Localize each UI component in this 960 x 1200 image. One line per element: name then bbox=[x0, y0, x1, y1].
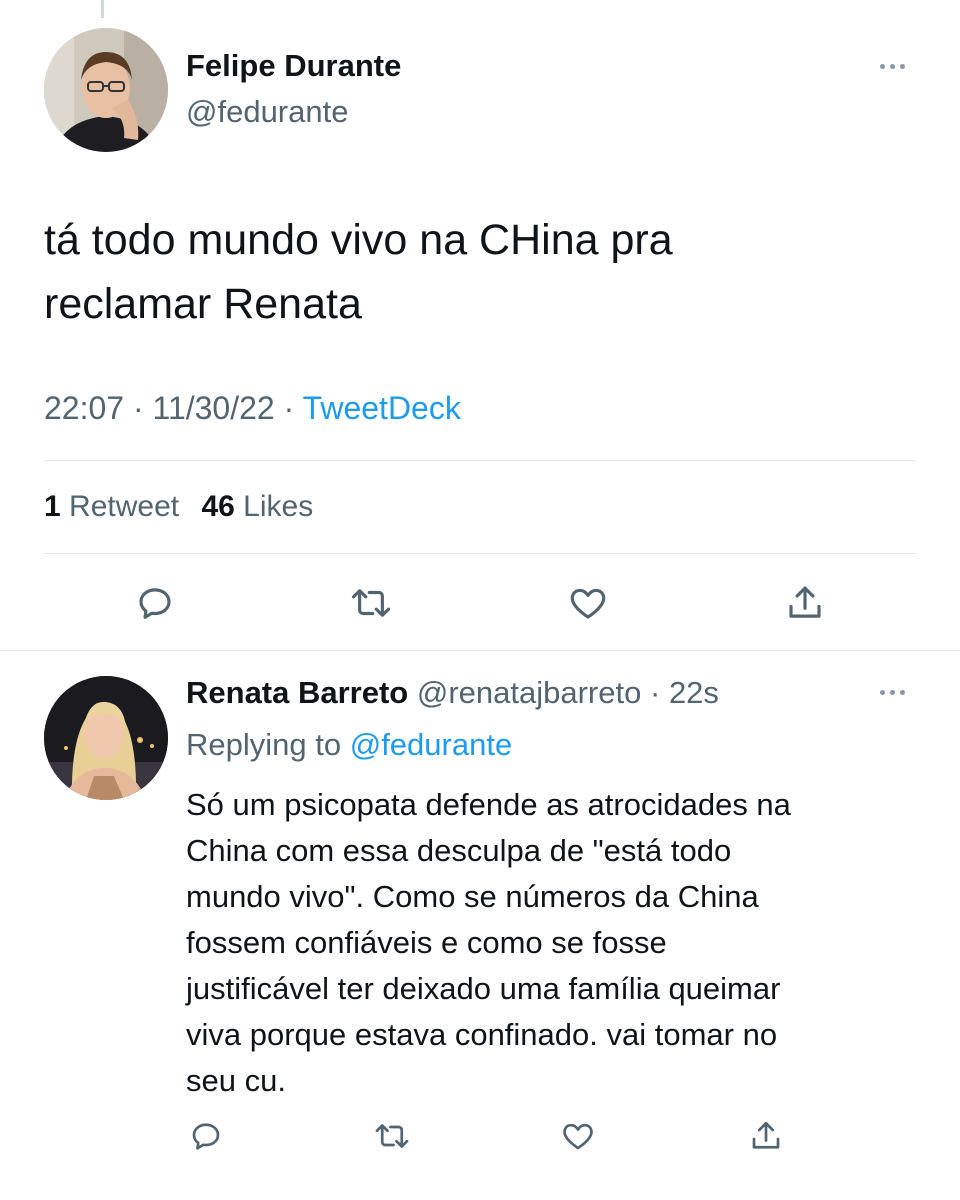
main-tweet-text-line: reclamar Renata bbox=[44, 280, 362, 328]
divider bbox=[0, 650, 960, 651]
tweet-time[interactable]: 22:07 bbox=[44, 390, 124, 426]
heart-icon bbox=[563, 1123, 593, 1150]
reply-text-line: seu cu. bbox=[186, 1063, 286, 1098]
reply-author-handle[interactable]: @renatajbarreto bbox=[417, 675, 641, 710]
tweet-date[interactable]: 11/30/22 bbox=[153, 390, 275, 426]
divider bbox=[44, 460, 916, 461]
avatar-felipe[interactable] bbox=[44, 28, 168, 152]
meta-separator: · bbox=[132, 390, 144, 426]
retweet-label: Retweet bbox=[69, 490, 180, 523]
retweet-icon bbox=[375, 1124, 409, 1148]
heart-icon bbox=[570, 588, 606, 619]
reply-text-line: China com essa desculpa de "está todo bbox=[186, 833, 732, 868]
reply-more-icon[interactable] bbox=[880, 690, 905, 695]
main-like-button[interactable] bbox=[563, 580, 613, 626]
like-stat[interactable]: 46 Likes bbox=[201, 490, 313, 523]
share-icon bbox=[789, 586, 821, 618]
reply-text: Só um psicopata defende as atrocidades n… bbox=[186, 782, 791, 1104]
main-tweet-text-line: tá todo mundo vivo na CHina pra bbox=[44, 216, 673, 264]
reply-reply-button[interactable] bbox=[184, 1116, 228, 1156]
replying-to: Replying to @fedurante bbox=[186, 727, 512, 763]
reply-icon bbox=[139, 588, 171, 619]
retweet-icon bbox=[351, 589, 391, 617]
reply-separator: · bbox=[649, 675, 661, 710]
replying-to-handle[interactable]: @fedurante bbox=[350, 727, 512, 762]
like-label: Likes bbox=[243, 490, 314, 523]
main-retweet-button[interactable] bbox=[344, 580, 398, 626]
reply-age[interactable]: 22s bbox=[669, 675, 719, 710]
divider bbox=[44, 553, 916, 554]
reply-like-button[interactable] bbox=[556, 1116, 600, 1156]
retweet-stat[interactable]: 1 Retweet bbox=[44, 490, 179, 523]
reply-text-line: Só um psicopata defende as atrocidades n… bbox=[186, 787, 791, 822]
main-reply-button[interactable] bbox=[130, 580, 180, 626]
replying-prefix: Replying to bbox=[186, 727, 342, 762]
reply-text-line: viva porque estava confinado. vai tomar … bbox=[186, 1017, 778, 1052]
reply-text-line: mundo vivo". Como se números da China bbox=[186, 879, 759, 914]
reply-share-button[interactable] bbox=[744, 1116, 788, 1156]
main-author-handle[interactable]: @fedurante bbox=[186, 94, 348, 130]
reply-author-name[interactable]: Renata Barreto bbox=[186, 675, 408, 710]
retweet-count: 1 bbox=[44, 490, 61, 523]
main-tweet-text: tá todo mundo vivo na CHina pra reclamar… bbox=[44, 208, 673, 336]
tweet-stats: 1 Retweet 46 Likes bbox=[44, 490, 313, 524]
main-share-button[interactable] bbox=[780, 580, 830, 626]
share-icon bbox=[752, 1121, 780, 1149]
reply-text-line: justificável ter deixado uma família que… bbox=[186, 971, 781, 1006]
like-count: 46 bbox=[201, 490, 235, 523]
reply-header: Renata Barreto @renatajbarreto · 22s bbox=[186, 675, 719, 711]
main-author-name[interactable]: Felipe Durante bbox=[186, 48, 401, 84]
main-more-icon[interactable] bbox=[880, 64, 905, 69]
meta-separator: · bbox=[283, 390, 295, 426]
thread-connector-line bbox=[101, 0, 104, 18]
main-tweet-meta: 22:07 · 11/30/22 · TweetDeck bbox=[44, 390, 461, 427]
reply-icon bbox=[192, 1123, 220, 1150]
tweet-source-link[interactable]: TweetDeck bbox=[303, 390, 461, 426]
avatar-felipe-image bbox=[44, 28, 168, 152]
avatar-renata-image bbox=[44, 676, 168, 800]
avatar-renata[interactable] bbox=[44, 676, 168, 800]
reply-text-line: fossem confiáveis e como se fosse bbox=[186, 925, 667, 960]
reply-retweet-button[interactable] bbox=[368, 1116, 416, 1156]
